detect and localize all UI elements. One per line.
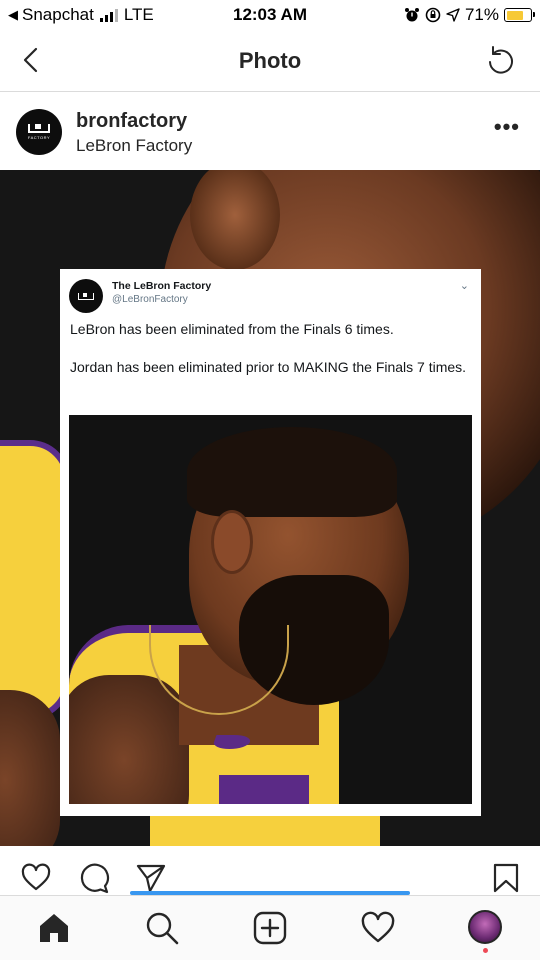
battery-fill xyxy=(506,10,523,20)
tweet-line-2: Jordan has been eliminated prior to MAKI… xyxy=(70,359,467,375)
avatar-logo-text: FACTORY xyxy=(27,135,51,140)
home-icon[interactable] xyxy=(36,910,72,946)
avatar[interactable]: FACTORY xyxy=(16,109,62,155)
add-post-icon[interactable] xyxy=(252,910,288,946)
refresh-icon[interactable] xyxy=(482,42,520,80)
bookmark-icon[interactable] xyxy=(490,862,522,894)
status-bar: ◀ Snapchat LTE 12:03 AM 71% xyxy=(0,0,540,30)
profile-avatar[interactable] xyxy=(468,910,502,944)
search-icon[interactable] xyxy=(144,910,180,946)
tweet-avatar xyxy=(69,279,103,313)
chevron-down-icon: ⌄ xyxy=(459,280,469,292)
tweet-logo-icon xyxy=(78,292,94,300)
post-actions xyxy=(0,846,540,894)
comment-icon[interactable] xyxy=(78,862,110,894)
post-image[interactable]: The LeBron Factory @LeBronFactory ⌄ LeBr… xyxy=(0,170,540,846)
alarm-icon xyxy=(404,8,419,22)
battery-percent: 71% xyxy=(464,5,499,24)
post-display-name: LeBron Factory xyxy=(76,136,193,155)
page-title: Photo xyxy=(238,48,302,73)
tweet-photo-hair xyxy=(187,427,397,517)
background-tattooed-arm-image xyxy=(0,690,60,846)
status-right: 71% xyxy=(404,5,535,25)
heart-icon[interactable] xyxy=(20,862,52,894)
notification-dot xyxy=(483,948,488,953)
tweet-photo-ear xyxy=(211,510,253,574)
activity-heart-icon[interactable] xyxy=(360,910,396,946)
post-username[interactable]: bronfactory xyxy=(76,110,187,133)
battery-icon xyxy=(504,8,535,22)
send-icon[interactable] xyxy=(135,862,167,894)
bottom-nav xyxy=(0,895,540,960)
tweet-photo xyxy=(69,415,472,804)
lebron-factory-logo-icon xyxy=(28,124,50,133)
tweet-author-name: The LeBron Factory xyxy=(112,280,212,292)
chevron-left-icon[interactable] xyxy=(18,44,48,76)
tweet-text: LeBron has been eliminated from the Fina… xyxy=(70,319,475,395)
page-header: Photo xyxy=(0,30,540,92)
tweet-line-1: LeBron has been eliminated from the Fina… xyxy=(70,321,394,337)
tweet-card: The LeBron Factory @LeBronFactory ⌄ LeBr… xyxy=(60,269,481,816)
tweet-author-handle: @LeBronFactory xyxy=(112,294,188,305)
orientation-lock-icon xyxy=(425,7,441,23)
location-icon xyxy=(446,8,460,22)
tweet-photo-jersey-letters xyxy=(219,775,309,804)
post-header: FACTORY bronfactory LeBron Factory ••• xyxy=(0,92,540,170)
more-options-icon[interactable]: ••• xyxy=(494,116,520,138)
